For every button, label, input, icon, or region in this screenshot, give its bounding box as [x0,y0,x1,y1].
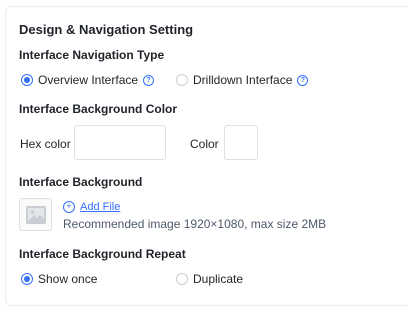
question-circle-icon[interactable]: ? [143,74,155,86]
radio-duplicate[interactable]: Duplicate [176,272,243,286]
background-repeat-label: Interface Background Repeat [19,247,186,261]
navigation-type-label: Interface Navigation Type [19,48,165,62]
design-navigation-panel: Design & Navigation Setting Interface Na… [5,6,408,306]
radio-drilldown-interface[interactable]: Drilldown Interface ? [176,73,309,87]
background-label: Interface Background [19,175,143,189]
add-file-button[interactable]: + Add File [63,201,120,213]
hex-color-label: Hex color [20,137,71,151]
radio-label: Duplicate [193,272,244,286]
background-color-label: Interface Background Color [19,102,178,116]
radio-indicator[interactable] [176,273,188,285]
background-thumbnail[interactable] [19,198,52,231]
radio-label: Overview Interface [38,73,139,87]
hex-color-input[interactable] [74,125,166,160]
radio-indicator-checked[interactable] [21,273,33,285]
question-circle-icon[interactable]: ? [297,74,309,86]
add-file-link[interactable]: Add File [80,201,120,213]
color-label: Color [190,137,219,151]
radio-overview-interface[interactable]: Overview Interface ? [21,73,155,87]
radio-show-once[interactable]: Show once [21,272,97,286]
color-picker-swatch[interactable] [224,125,258,160]
radio-indicator[interactable] [176,74,188,86]
background-hint-text: Recommended image 1920×1080, max size 2M… [63,217,327,231]
radio-label: Drilldown Interface [193,73,293,87]
radio-indicator-checked[interactable] [21,74,33,86]
plus-circle-icon: + [63,201,75,213]
image-placeholder-icon [25,205,46,224]
radio-label: Show once [38,272,98,286]
panel-title: Design & Navigation Setting [19,22,194,37]
